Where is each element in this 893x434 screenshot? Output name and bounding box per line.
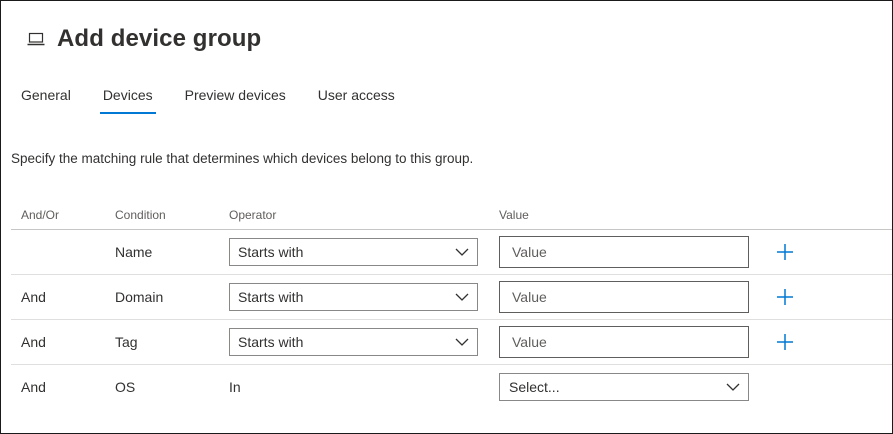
operator-cell: In (229, 379, 241, 395)
page-header: Add device group (27, 25, 261, 53)
add-device-group-panel: Add device group General Devices Preview… (0, 0, 893, 434)
value-input[interactable] (499, 326, 749, 358)
matching-rule-table: And/Or Condition Operator Value Name Sta… (11, 201, 892, 409)
and-or-cell: And (21, 334, 46, 350)
operator-dropdown[interactable]: Starts with (229, 283, 478, 311)
condition-cell: Name (115, 244, 153, 260)
table-row: And OS In Select... (11, 365, 892, 409)
add-icon[interactable] (775, 332, 795, 352)
tab-devices[interactable]: Devices (99, 87, 156, 114)
operator-selected-value: Starts with (238, 334, 304, 350)
header-condition: Condition (115, 208, 166, 222)
condition-cell: Domain (115, 289, 164, 305)
add-icon[interactable] (775, 242, 795, 262)
operator-dropdown[interactable]: Starts with (229, 328, 478, 356)
chevron-down-icon (718, 383, 748, 391)
condition-cell: OS (115, 379, 136, 395)
condition-cell: Tag (115, 334, 138, 350)
page-title: Add device group (57, 25, 262, 52)
operator-selected-value: Starts with (238, 289, 304, 305)
and-or-cell: And (21, 289, 46, 305)
value-input[interactable] (499, 236, 749, 268)
header-operator: Operator (229, 208, 277, 222)
operator-selected-value: Starts with (238, 244, 304, 260)
table-row: And Tag Starts with (11, 320, 892, 365)
add-icon[interactable] (775, 287, 795, 307)
table-header: And/Or Condition Operator Value (11, 201, 892, 230)
os-selected-value: Select... (509, 379, 560, 395)
tab-general[interactable]: General (21, 87, 71, 111)
tab-preview-devices[interactable]: Preview devices (185, 87, 286, 111)
header-value: Value (499, 208, 529, 222)
table-row: Name Starts with (11, 230, 892, 275)
os-value-dropdown[interactable]: Select... (499, 373, 749, 401)
operator-dropdown[interactable]: Starts with (229, 238, 478, 266)
tab-bar: General Devices Preview devices User acc… (21, 87, 427, 114)
chevron-down-icon (447, 248, 477, 256)
header-and-or: And/Or (21, 208, 60, 222)
and-or-cell: And (21, 379, 46, 395)
chevron-down-icon (447, 338, 477, 346)
value-input[interactable] (499, 281, 749, 313)
rule-description: Specify the matching rule that determine… (11, 151, 474, 166)
laptop-icon (27, 30, 45, 48)
tab-user-access[interactable]: User access (318, 87, 395, 111)
chevron-down-icon (447, 293, 477, 301)
table-row: And Domain Starts with (11, 275, 892, 320)
